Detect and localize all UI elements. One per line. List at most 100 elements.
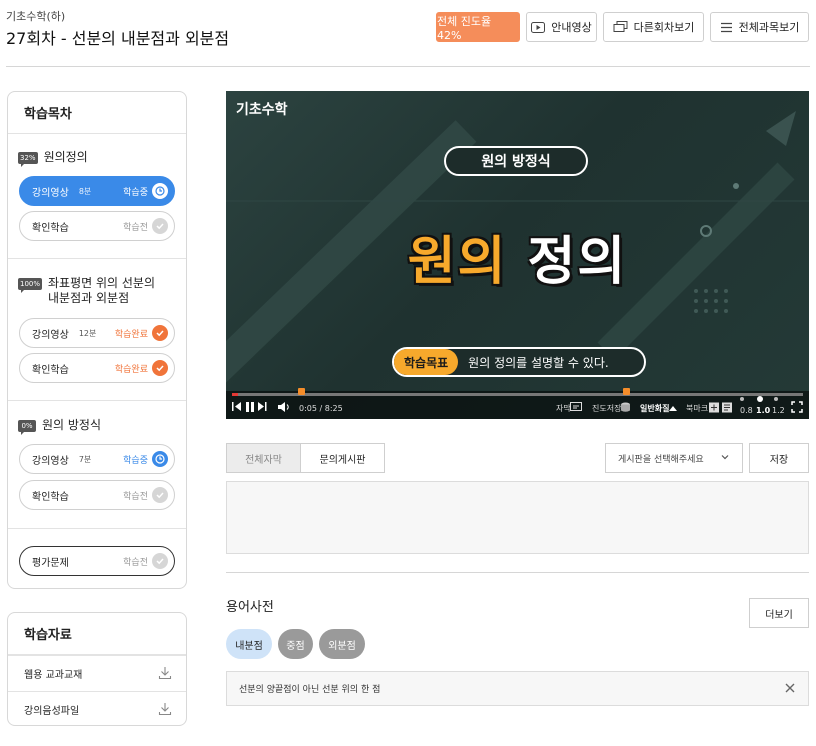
item-label: 확인학습 <box>32 491 69 503</box>
close-icon[interactable] <box>784 682 796 694</box>
other-episodes-button[interactable]: 다른회차보기 <box>603 12 704 42</box>
download-icon <box>158 667 172 680</box>
check-quiz-item[interactable]: 확인학습 학습전 <box>19 211 175 241</box>
guide-video-label: 안내영상 <box>551 21 592 34</box>
caption-icon <box>570 402 582 411</box>
check-icon <box>152 218 168 234</box>
video-headline: 원의 정의 <box>226 219 809 294</box>
check-icon <box>152 487 168 503</box>
subtitle-toggle[interactable]: 자막 <box>556 403 571 414</box>
check-icon <box>152 360 168 376</box>
term-chip-selected[interactable]: 내분점 <box>226 629 272 659</box>
video-player[interactable]: 기초수학 원의 방정식 원의 정의 학습목표 원의 정의를 설명할 수 있다. … <box>226 91 809 419</box>
chapter-marker[interactable] <box>622 388 630 395</box>
item-label: 강의영상 <box>32 455 69 467</box>
section-1-title: 32% 원의정의 <box>8 150 186 167</box>
fullscreen-icon[interactable] <box>791 401 803 413</box>
chevron-down-icon <box>721 455 729 460</box>
bookmark-button[interactable]: 북마크 <box>686 403 708 414</box>
resource-audio[interactable]: 강의음성파일 <box>8 691 186 725</box>
board-select[interactable]: 게시판을 선택해주세요 <box>605 443 743 473</box>
speed-option[interactable]: 0.8 <box>740 406 753 415</box>
video-brand-logo: 기초수학 <box>236 102 288 118</box>
video-time: 0:05 / 8:25 <box>299 404 343 413</box>
section-title-line1: 좌표평면 위의 선분의 <box>48 276 156 290</box>
volume-icon <box>278 402 289 412</box>
chapter-marker[interactable] <box>297 388 305 395</box>
term-definition: 선분의 양끝점이 아닌 선분 위의 한 점 <box>226 671 809 706</box>
learning-goal-tag: 학습목표 <box>394 349 459 375</box>
layers-icon <box>613 21 628 32</box>
item-status: 학습완료 <box>114 364 148 375</box>
resource-label: 웹용 교과교재 <box>24 670 83 681</box>
progress-badge: 32% <box>18 152 38 167</box>
seek-played <box>232 393 238 396</box>
next-icon <box>258 402 267 411</box>
video-headline-a: 원의 <box>407 232 508 292</box>
clock-icon <box>152 451 168 467</box>
item-duration: 12분 <box>78 328 97 338</box>
all-subjects-label: 전체과목보기 <box>738 21 800 34</box>
speed-option-selected[interactable]: 1.0 <box>756 406 770 415</box>
resource-label: 강의음성파일 <box>24 706 80 717</box>
progress-save-button[interactable]: 진도저장 <box>592 403 621 414</box>
check-icon <box>152 553 168 569</box>
item-duration: 8분 <box>78 186 92 196</box>
all-subjects-button[interactable]: 전체과목보기 <box>710 12 809 42</box>
speed-option[interactable]: 1.2 <box>772 406 785 415</box>
item-status: 학습완료 <box>114 329 148 340</box>
term-chip[interactable]: 중점 <box>278 629 313 659</box>
total-progress-badge: 전체 진도율 42% <box>436 12 520 42</box>
section-divider <box>8 528 186 529</box>
tab-content-area <box>226 481 809 554</box>
quality-selector[interactable]: 일반화질 <box>640 403 669 414</box>
save-button[interactable]: 저장 <box>749 443 809 473</box>
glossary-title: 용어사전 <box>226 600 274 615</box>
database-icon <box>621 402 630 412</box>
item-label: 확인학습 <box>32 364 69 376</box>
item-status: 학습중 <box>123 187 148 198</box>
evaluation-item[interactable]: 평가문제 학습전 <box>19 546 175 576</box>
progress-badge: 100% <box>18 278 43 293</box>
item-label: 강의영상 <box>32 187 69 199</box>
download-icon <box>158 703 172 716</box>
learning-goal-banner: 학습목표 원의 정의를 설명할 수 있다. <box>392 347 646 377</box>
learning-goal-text: 원의 정의를 설명할 수 있다. <box>468 355 609 370</box>
guide-video-button[interactable]: 안내영상 <box>526 12 597 42</box>
section-2-title: 100% 좌표평면 위의 선분의 내분점과 외분점 <box>8 276 186 306</box>
video-topic-label: 원의 방정식 <box>444 146 588 176</box>
item-status: 학습전 <box>123 491 148 502</box>
lecture-video-item[interactable]: 강의영상 7분 학습중 <box>19 444 175 474</box>
other-episodes-label: 다른회차보기 <box>633 21 695 34</box>
tab-qna-board[interactable]: 문의게시판 <box>300 443 385 473</box>
board-select-placeholder: 게시판을 선택해주세요 <box>618 454 704 465</box>
speed-indicator <box>740 396 778 402</box>
check-quiz-item[interactable]: 확인학습 학습전 <box>19 480 175 510</box>
section-divider <box>8 258 186 259</box>
section-title-line2: 내분점과 외분점 <box>48 291 130 305</box>
menu-icon <box>720 22 732 32</box>
section-3-title: 0% 원의 방정식 <box>8 418 186 435</box>
section-divider <box>226 572 809 573</box>
lecture-video-item[interactable]: 강의영상 12분 학습완료 <box>19 318 175 348</box>
more-button[interactable]: 더보기 <box>749 598 809 628</box>
item-label: 강의영상 <box>32 329 69 341</box>
item-status: 학습전 <box>123 222 148 233</box>
item-label: 평가문제 <box>32 557 69 569</box>
breadcrumb: 기초수학(하) <box>6 10 66 23</box>
check-quiz-item[interactable]: 확인학습 학습완료 <box>19 353 175 383</box>
resource-textbook[interactable]: 웹용 교과교재 <box>8 655 186 691</box>
play-icon <box>531 21 546 33</box>
tab-subtitles[interactable]: 전체자막 <box>226 443 301 473</box>
section-divider <box>8 400 186 401</box>
progress-badge: 0% <box>18 420 36 435</box>
lecture-video-item[interactable]: 강의영상 8분 학습중 <box>19 176 175 206</box>
pause-icon <box>246 402 254 412</box>
item-status: 학습중 <box>123 455 148 466</box>
term-chip[interactable]: 외분점 <box>319 629 365 659</box>
seek-bar[interactable] <box>232 388 803 396</box>
bookmark-add-icon <box>709 402 732 413</box>
term-definition-text: 선분의 양끝점이 아닌 선분 위의 한 점 <box>239 685 381 695</box>
learning-contents-title: 학습목차 <box>8 92 186 134</box>
caret-up-icon <box>669 406 677 411</box>
